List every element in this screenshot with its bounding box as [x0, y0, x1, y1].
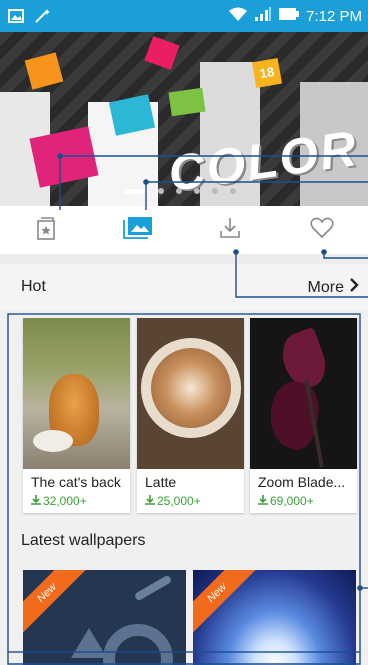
category-tabs	[0, 206, 368, 254]
gallery-icon	[123, 216, 153, 245]
card-title: Latte	[145, 474, 177, 490]
sparkle-icon	[34, 8, 52, 29]
card-title: The cat's back	[31, 474, 121, 490]
hero-banner[interactable]: 18 COLOR	[0, 32, 368, 206]
card-title: Zoom Blade...	[258, 474, 346, 490]
download-count: 32,000+	[31, 494, 87, 508]
wifi-icon	[228, 6, 248, 26]
tab-themes[interactable]	[0, 206, 92, 254]
battery-icon	[278, 7, 300, 25]
more-label: More	[307, 278, 344, 296]
download-small-icon	[145, 494, 155, 508]
image-icon	[8, 9, 24, 28]
shape-bar	[133, 574, 173, 602]
divider	[0, 254, 368, 264]
download-count-value: 69,000+	[270, 494, 314, 508]
wallpaper-card[interactable]: Zoom Blade... 69,000+	[250, 318, 357, 513]
shape-arc	[103, 624, 173, 665]
wallpaper-thumbnail-calla	[250, 318, 357, 469]
download-count-value: 32,000+	[43, 494, 87, 508]
wallpaper-card[interactable]: Latte 25,000+	[137, 318, 244, 513]
chevron-right-icon	[348, 278, 360, 297]
more-button[interactable]: More	[308, 278, 360, 297]
wallpaper-thumbnail-latte	[137, 318, 244, 469]
cat-tail	[33, 430, 73, 452]
latest-wallpaper-item[interactable]: New	[23, 570, 186, 665]
signal-icon	[254, 6, 272, 26]
hot-header: Hot More	[0, 264, 368, 310]
section-title-latest: Latest wallpapers	[21, 532, 146, 549]
slide-dot[interactable]	[158, 188, 164, 194]
section-title-hot: Hot	[21, 278, 46, 295]
download-small-icon	[31, 494, 41, 508]
slide-dot[interactable]	[230, 188, 236, 194]
latest-wallpaper-item[interactable]: New	[193, 570, 356, 665]
sticker-orange	[24, 52, 64, 90]
new-badge: New	[23, 570, 89, 635]
wallpaper-book-icon	[35, 215, 57, 246]
sticker-pink	[144, 35, 180, 71]
status-bar: 7:12 PM	[0, 0, 368, 32]
tab-favorites[interactable]	[276, 206, 368, 254]
sticker-calendar: 18	[251, 57, 283, 89]
download-count: 69,000+	[258, 494, 314, 508]
wallpaper-thumbnail-cat	[23, 318, 130, 469]
new-badge: New	[193, 570, 259, 635]
download-count: 25,000+	[145, 494, 201, 508]
slide-dot[interactable]	[176, 188, 182, 194]
latte-art	[151, 348, 231, 428]
shape-triangle	[71, 628, 107, 658]
download-small-icon	[258, 494, 268, 508]
sticker-green	[168, 87, 206, 117]
slide-dot[interactable]	[212, 188, 218, 194]
content-area: The cat's back 32,000+ Latte 25,000+ Zoo…	[0, 310, 368, 665]
clock: 7:12 PM	[306, 7, 362, 25]
tab-wallpapers[interactable]	[92, 206, 184, 254]
slide-indicator[interactable]	[124, 188, 236, 194]
wallpaper-card[interactable]: The cat's back 32,000+	[23, 318, 130, 513]
slide-dot-active[interactable]	[124, 188, 146, 194]
download-count-value: 25,000+	[157, 494, 201, 508]
tab-downloads[interactable]	[184, 206, 276, 254]
download-icon	[218, 216, 242, 245]
slide-dot[interactable]	[194, 188, 200, 194]
heart-icon	[310, 217, 334, 244]
